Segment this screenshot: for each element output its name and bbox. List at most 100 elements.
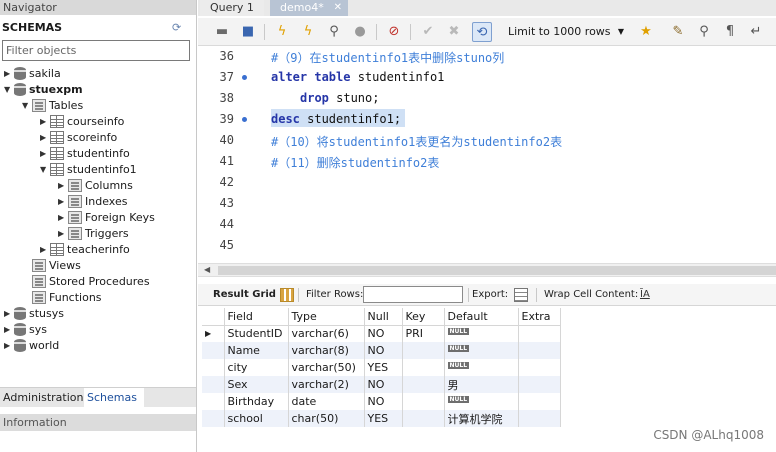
expand-icon[interactable]: ▶ [58, 194, 68, 210]
execute-current-icon[interactable]: ϟ [298, 22, 318, 42]
cell-extra[interactable] [518, 410, 561, 427]
explain-icon[interactable]: ⚲ [324, 22, 344, 42]
cell-default[interactable]: 男 [444, 376, 519, 393]
sql-editor[interactable]: 36 #（9）在studentinfo1表中删除stuno列 37 alter … [198, 47, 776, 261]
auto-commit-icon[interactable]: ⟲ [472, 22, 492, 42]
add-snippet-icon[interactable]: ★ [636, 22, 656, 42]
cell-field[interactable]: city [224, 359, 289, 376]
result-grid-button[interactable]: Result Grid [213, 284, 276, 306]
cell-key[interactable]: PRI [402, 325, 445, 342]
expand-icon[interactable]: ▶ [58, 210, 68, 226]
tab-schemas[interactable]: Schemas [84, 388, 144, 408]
tree-item-stuexpm[interactable]: ▼ stuexpm [4, 82, 83, 98]
cell-type[interactable]: varchar(50) [288, 359, 365, 376]
expand-icon[interactable]: ▶ [4, 322, 14, 338]
cell-default[interactable]: NULL [444, 359, 519, 376]
stop-icon[interactable]: ● [350, 22, 370, 42]
information-panel-header[interactable]: Information [0, 414, 196, 431]
cell-null[interactable]: YES [364, 359, 403, 376]
cell-default[interactable]: NULL [444, 342, 519, 359]
expand-icon[interactable]: ▶ [4, 306, 14, 322]
cell-key[interactable] [402, 342, 445, 359]
expand-icon[interactable]: ▶ [4, 66, 14, 82]
cell-null[interactable]: NO [364, 393, 403, 410]
cell-key[interactable] [402, 376, 445, 393]
invisible-chars-icon[interactable]: ¶ [720, 22, 740, 42]
expand-icon[interactable]: ▶ [40, 146, 50, 162]
tree-item-courseinfo[interactable]: ▶ courseinfo [40, 114, 124, 130]
grid-view-icon[interactable] [280, 288, 294, 302]
tab-administration[interactable]: Administration [0, 388, 87, 408]
scroll-left-icon[interactable]: ◀ [204, 265, 210, 274]
cell-key[interactable] [402, 410, 445, 427]
cell-extra[interactable] [518, 325, 561, 342]
cell-type[interactable]: date [288, 393, 365, 410]
cell-default[interactable]: 计算机学院 [444, 410, 519, 427]
tree-item-views[interactable]: Views [22, 258, 81, 274]
limit-rows-select[interactable]: Limit to 1000 rows ▼ [504, 23, 628, 41]
expand-icon[interactable]: ▶ [40, 130, 50, 146]
tree-item-indexes[interactable]: ▶ Indexes [58, 194, 127, 210]
word-wrap-icon[interactable]: ↵ [746, 22, 766, 42]
commit-icon[interactable]: ✔ [418, 22, 438, 42]
cell-key[interactable] [402, 393, 445, 410]
expand-icon[interactable]: ▶ [40, 114, 50, 130]
cell-extra[interactable] [518, 359, 561, 376]
column-header[interactable]: Extra [518, 308, 561, 326]
rollback-icon[interactable]: ✖ [444, 22, 464, 42]
scrollbar-thumb[interactable] [218, 266, 776, 275]
filter-rows-input[interactable] [363, 286, 463, 303]
tree-item-scoreinfo[interactable]: ▶ scoreinfo [40, 130, 117, 146]
table-row[interactable]: ▶ StudentID varchar(6) NO PRI NULL [202, 325, 561, 342]
cell-default[interactable]: NULL [444, 393, 519, 410]
tree-item-studentinfo[interactable]: ▶ studentinfo [40, 146, 130, 162]
cell-type[interactable]: varchar(8) [288, 342, 365, 359]
expand-icon[interactable]: ▶ [40, 242, 50, 258]
cell-extra[interactable] [518, 342, 561, 359]
cell-null[interactable]: YES [364, 410, 403, 427]
collapse-icon[interactable]: ▼ [22, 98, 32, 114]
tab-demo4[interactable]: demo4* ✕ [270, 0, 348, 16]
cell-extra[interactable] [518, 393, 561, 410]
wrap-cell-icon[interactable]: ĪA [640, 284, 650, 306]
cell-type[interactable]: varchar(2) [288, 376, 365, 393]
tree-item-triggers[interactable]: ▶ Triggers [58, 226, 129, 242]
cell-field[interactable]: Sex [224, 376, 289, 393]
close-tab-icon[interactable]: ✕ [334, 0, 342, 15]
refresh-icon[interactable]: ⟳ [172, 22, 184, 34]
tree-item-sys[interactable]: ▶ sys [4, 322, 47, 338]
column-header[interactable]: Default [444, 308, 519, 326]
cell-key[interactable] [402, 359, 445, 376]
find-icon[interactable]: ⚲ [694, 22, 714, 42]
cell-null[interactable]: NO [364, 376, 403, 393]
beautify-icon[interactable]: ✎ [668, 22, 688, 42]
tree-item-world[interactable]: ▶ world [4, 338, 59, 354]
collapse-icon[interactable]: ▼ [4, 82, 14, 98]
toggle-error-icon[interactable]: ⊘ [384, 22, 404, 42]
export-icon[interactable] [514, 288, 528, 302]
tree-item-stusys[interactable]: ▶ stusys [4, 306, 64, 322]
table-row[interactable]: city varchar(50) YES NULL [202, 359, 561, 376]
tree-item-studentinfo1[interactable]: ▼ studentinfo1 [40, 162, 137, 178]
cell-type[interactable]: char(50) [288, 410, 365, 427]
cell-field[interactable]: Name [224, 342, 289, 359]
column-header[interactable]: Null [364, 308, 403, 326]
tree-item-teacherinfo[interactable]: ▶ teacherinfo [40, 242, 130, 258]
column-header[interactable]: Field [224, 308, 289, 326]
filter-objects-input[interactable] [2, 40, 190, 61]
column-header[interactable]: Key [402, 308, 445, 326]
table-row[interactable]: Sex varchar(2) NO 男 [202, 376, 561, 393]
tab-query-1[interactable]: Query 1 [200, 0, 264, 16]
expand-icon[interactable]: ▶ [58, 226, 68, 242]
cell-field[interactable]: school [224, 410, 289, 427]
table-row[interactable]: school char(50) YES 计算机学院 [202, 410, 561, 427]
tree-item-tables[interactable]: ▼ Tables [22, 98, 83, 114]
table-row[interactable]: Birthday date NO NULL [202, 393, 561, 410]
save-icon[interactable]: ■ [238, 22, 258, 42]
execute-icon[interactable]: ϟ [272, 22, 292, 42]
tree-item-sakila[interactable]: ▶ sakila [4, 66, 61, 82]
column-header[interactable]: Type [288, 308, 365, 326]
cell-field[interactable]: Birthday [224, 393, 289, 410]
cell-null[interactable]: NO [364, 342, 403, 359]
tree-item-stored-procedures[interactable]: Stored Procedures [22, 274, 150, 290]
